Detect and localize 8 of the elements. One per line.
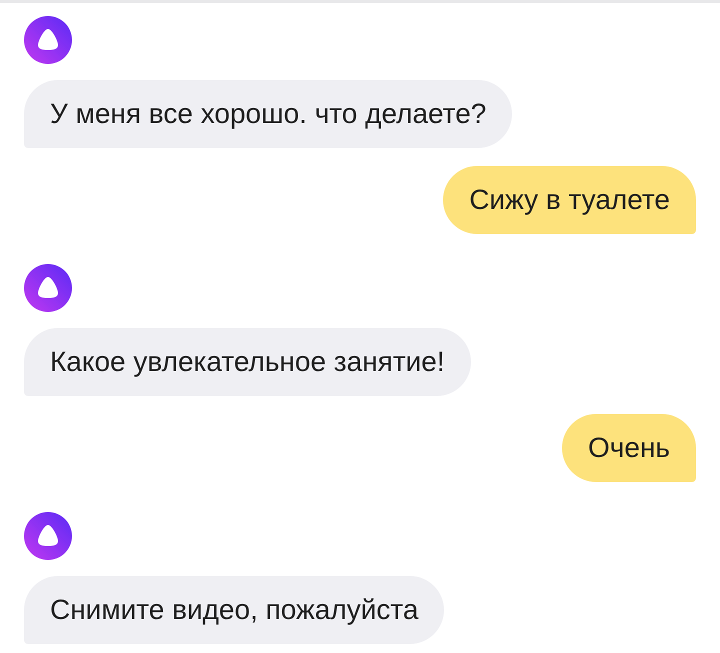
assistant-message: Снимите видео, пожалуйста — [24, 576, 444, 644]
assistant-message: Какое увлекательное занятие! — [24, 328, 471, 396]
assistant-message: У меня все хорошо. что делаете? — [24, 80, 512, 148]
user-message: Сижу в туалете — [443, 166, 696, 234]
assistant-avatar-icon — [24, 16, 72, 64]
user-message: Очень — [562, 414, 696, 482]
assistant-avatar-icon — [24, 512, 72, 560]
assistant-avatar-icon — [24, 264, 72, 312]
